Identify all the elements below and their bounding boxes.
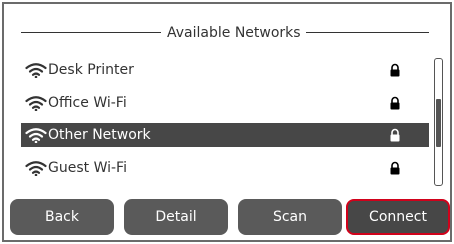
header-rule-left [21, 32, 161, 33]
network-row-guest-wifi[interactable]: Guest Wi-Fi [21, 156, 429, 180]
network-row-office-wifi[interactable]: Office Wi-Fi [21, 91, 429, 115]
wifi-icon [25, 63, 47, 78]
network-name: Office Wi-Fi [48, 95, 127, 111]
header: Available Networks [21, 24, 429, 42]
network-name: Guest Wi-Fi [48, 160, 127, 176]
header-rule-right [306, 32, 429, 33]
scrollbar-thumb[interactable] [436, 99, 441, 147]
detail-button[interactable]: Detail [124, 199, 228, 235]
wifi-icon [25, 161, 47, 176]
network-list-scrollbar[interactable] [434, 58, 443, 186]
lock-icon [390, 63, 400, 77]
wifi-icon [25, 96, 47, 111]
connect-button[interactable]: Connect [346, 199, 450, 235]
network-row-desk-printer[interactable]: Desk Printer [21, 58, 429, 82]
network-name: Other Network [48, 127, 151, 143]
scan-button[interactable]: Scan [238, 199, 342, 235]
page-title: Available Networks [167, 25, 301, 41]
wifi-icon [25, 128, 47, 143]
network-list: Desk Printer Office Wi-Fi Other Network [21, 58, 429, 186]
back-button[interactable]: Back [10, 199, 114, 235]
network-row-other-network[interactable]: Other Network [21, 123, 429, 147]
lock-icon [390, 161, 400, 175]
network-name: Desk Printer [48, 62, 134, 78]
lock-icon [390, 128, 400, 142]
lock-icon [390, 96, 400, 110]
